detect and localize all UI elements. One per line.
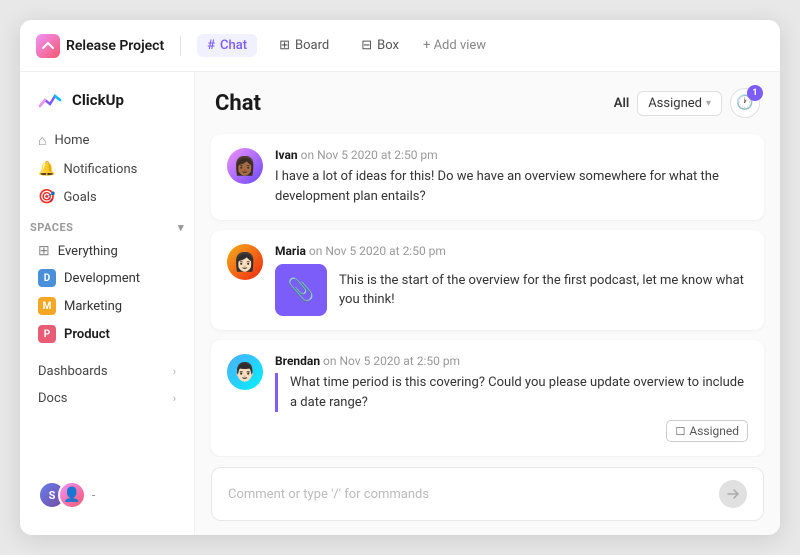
chat-header: Chat All Assigned ▾ 🕐 1 bbox=[195, 72, 780, 130]
tab-board[interactable]: ⊞ Board bbox=[269, 34, 339, 57]
logo-area: ClickUp bbox=[20, 82, 194, 126]
goals-icon: 🎯 bbox=[38, 189, 55, 205]
message-actions: ☐ Assigned bbox=[275, 420, 748, 442]
chat-input-placeholder: Comment or type '/' for commands bbox=[228, 487, 429, 502]
project-badge: Release Project bbox=[36, 34, 164, 58]
message-body: Brendan on Nov 5 2020 at 2:50 pm What ti… bbox=[275, 354, 748, 442]
message-author: Ivan bbox=[275, 148, 298, 162]
message-card: 👨🏻 Brendan on Nov 5 2020 at 2:50 pm What… bbox=[211, 340, 764, 456]
space-development[interactable]: D Development bbox=[28, 264, 186, 292]
sidebar-item-dashboards[interactable]: Dashboards › bbox=[28, 358, 186, 385]
project-name: Release Project bbox=[66, 38, 164, 54]
message-body: Ivan on Nov 5 2020 at 2:50 pm I have a l… bbox=[275, 148, 748, 206]
checkbox-icon: ☐ bbox=[675, 425, 685, 438]
add-view-button[interactable]: + Add view bbox=[423, 38, 486, 53]
everything-icon: ⊞ bbox=[38, 243, 50, 259]
space-everything[interactable]: ⊞ Everything bbox=[28, 238, 186, 264]
filter-all[interactable]: All bbox=[614, 96, 629, 111]
message-author: Brendan bbox=[275, 354, 320, 368]
sidebar-bottom: S 👤 - bbox=[20, 465, 194, 525]
dashboards-chevron-icon: › bbox=[173, 365, 176, 378]
clickup-logo-icon bbox=[36, 86, 64, 114]
development-dot: D bbox=[38, 269, 56, 287]
app-window: Release Project # Chat ⊞ Board ⊟ Box + A… bbox=[20, 20, 780, 535]
brendan-avatar: 👨🏻 bbox=[227, 354, 263, 390]
assign-button[interactable]: ☐ Assigned bbox=[666, 420, 748, 442]
logo-text: ClickUp bbox=[72, 91, 124, 109]
sidebar-nav: ⌂ Home 🔔 Notifications 🎯 Goals bbox=[20, 126, 194, 211]
message-text: What time period is this covering? Could… bbox=[290, 373, 748, 412]
maria-avatar: 👩🏻 bbox=[227, 244, 263, 280]
message-card: 👩🏾 Ivan on Nov 5 2020 at 2:50 pm I have … bbox=[211, 134, 764, 220]
space-marketing[interactable]: M Marketing bbox=[28, 292, 186, 320]
space-product[interactable]: P Product bbox=[28, 320, 186, 348]
tab-box[interactable]: ⊟ Box bbox=[351, 34, 409, 57]
board-tab-icon: ⊞ bbox=[279, 38, 290, 53]
product-dot: P bbox=[38, 325, 56, 343]
message-text: I have a lot of ideas for this! Do we ha… bbox=[275, 167, 748, 206]
ivan-avatar: 👩🏾 bbox=[227, 148, 263, 184]
message-timestamp: on Nov 5 2020 at 2:50 pm bbox=[323, 354, 460, 368]
message-meta: Brendan on Nov 5 2020 at 2:50 pm bbox=[275, 354, 748, 368]
chat-filters: All Assigned ▾ 🕐 1 bbox=[614, 88, 760, 118]
spaces-section: Spaces ▾ bbox=[20, 211, 194, 238]
message-body: Maria on Nov 5 2020 at 2:50 pm 📎 This is… bbox=[275, 244, 748, 316]
chat-tab-icon: # bbox=[207, 38, 215, 53]
message-meta: Ivan on Nov 5 2020 at 2:50 pm bbox=[275, 148, 748, 162]
main-content: ClickUp ⌂ Home 🔔 Notifications 🎯 Goals S… bbox=[20, 72, 780, 535]
message-author: Maria bbox=[275, 244, 306, 258]
assigned-chevron-icon: ▾ bbox=[706, 98, 711, 109]
message-timestamp: on Nov 5 2020 at 2:50 pm bbox=[309, 244, 446, 258]
project-icon bbox=[36, 34, 60, 58]
attachment-thumbnail[interactable]: 📎 bbox=[275, 264, 327, 316]
nav-divider bbox=[180, 36, 181, 56]
sidebar-item-home[interactable]: ⌂ Home bbox=[28, 126, 186, 155]
notification-badge: 1 bbox=[747, 85, 763, 101]
chat-input-box[interactable]: Comment or type '/' for commands bbox=[211, 467, 764, 521]
spaces-list: ⊞ Everything D Development M Marketing P… bbox=[20, 238, 194, 348]
avatar-person: 👤 bbox=[58, 481, 86, 509]
message-timestamp: on Nov 5 2020 at 2:50 pm bbox=[301, 148, 438, 162]
sidebar-item-notifications[interactable]: 🔔 Notifications bbox=[28, 155, 186, 183]
chat-title: Chat bbox=[215, 91, 261, 116]
avatar-stack: S 👤 bbox=[38, 481, 86, 509]
paperclip-icon: 📎 bbox=[287, 278, 314, 303]
sidebar-groups: Dashboards › Docs › bbox=[20, 358, 194, 412]
accent-border: What time period is this covering? Could… bbox=[275, 373, 748, 412]
spaces-collapse-icon[interactable]: ▾ bbox=[178, 221, 184, 234]
send-icon[interactable] bbox=[719, 480, 747, 508]
home-icon: ⌂ bbox=[38, 132, 46, 149]
message-card: 👩🏻 Maria on Nov 5 2020 at 2:50 pm 📎 This… bbox=[211, 230, 764, 330]
avatar-label: - bbox=[92, 488, 95, 502]
docs-chevron-icon: › bbox=[173, 392, 176, 405]
top-bar: Release Project # Chat ⊞ Board ⊟ Box + A… bbox=[20, 20, 780, 72]
chat-input-area: Comment or type '/' for commands bbox=[195, 457, 780, 535]
message-text: This is the start of the overview for th… bbox=[339, 271, 748, 310]
messages-list: 👩🏾 Ivan on Nov 5 2020 at 2:50 pm I have … bbox=[195, 130, 780, 457]
box-tab-icon: ⊟ bbox=[361, 38, 372, 53]
filter-assigned-button[interactable]: Assigned ▾ bbox=[637, 91, 722, 116]
bell-icon: 🔔 bbox=[38, 161, 55, 177]
message-meta: Maria on Nov 5 2020 at 2:50 pm bbox=[275, 244, 748, 258]
marketing-dot: M bbox=[38, 297, 56, 315]
notification-button[interactable]: 🕐 1 bbox=[730, 88, 760, 118]
tab-chat[interactable]: # Chat bbox=[197, 34, 257, 57]
chat-area: Chat All Assigned ▾ 🕐 1 bbox=[195, 72, 780, 535]
message-attachment: 📎 This is the start of the overview for … bbox=[275, 264, 748, 316]
sidebar: ClickUp ⌂ Home 🔔 Notifications 🎯 Goals S… bbox=[20, 72, 195, 535]
sidebar-item-goals[interactable]: 🎯 Goals bbox=[28, 183, 186, 211]
user-avatar-area[interactable]: S 👤 - bbox=[28, 473, 186, 517]
sidebar-item-docs[interactable]: Docs › bbox=[28, 385, 186, 412]
